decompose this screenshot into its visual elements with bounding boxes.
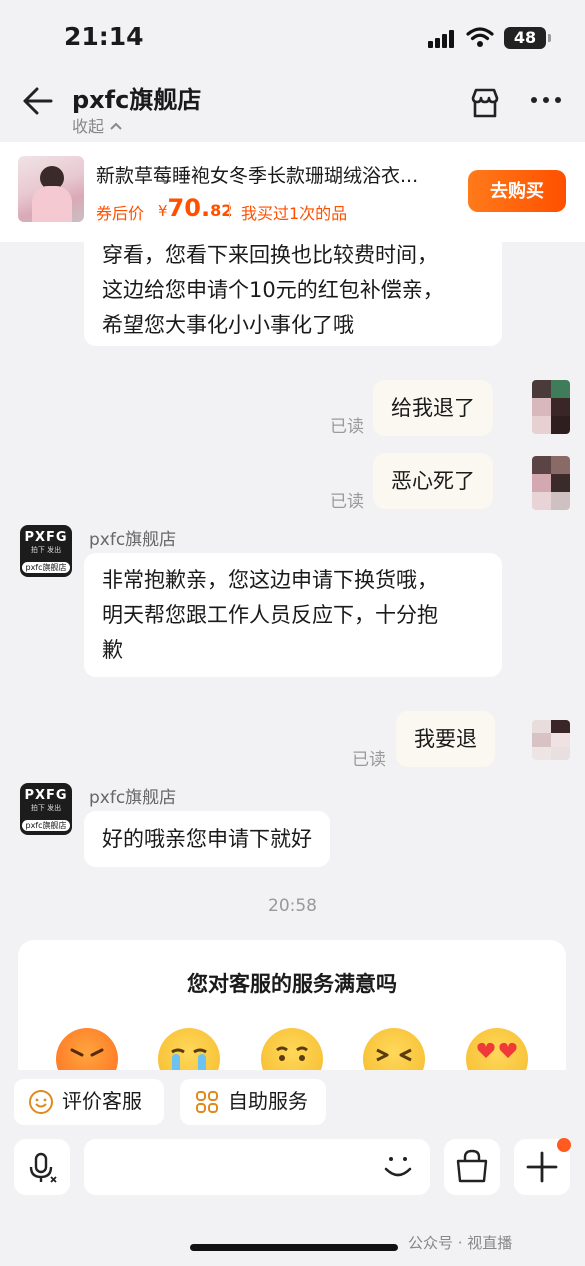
message-bubble-user: 我要退 [396, 711, 495, 767]
price-label: 券后价 [96, 204, 145, 223]
chevron-up-icon [110, 122, 122, 130]
logo-text: PXFG [24, 530, 68, 545]
buy-button[interactable]: 去购买 [468, 170, 566, 212]
survey-question: 您对客服的服务满意吗 [187, 972, 397, 996]
crying-face-icon[interactable] [158, 1028, 220, 1070]
emoji-icon[interactable] [378, 1147, 418, 1187]
logo-badge: pxfc旗舰店 [22, 820, 70, 831]
sender-name: pxfc旗舰店 [89, 788, 177, 808]
neutral-face-icon[interactable] [261, 1028, 323, 1070]
rate-service-button[interactable]: 评价客服 [14, 1079, 164, 1125]
currency-symbol: ¥ [158, 202, 168, 220]
microphone-icon [29, 1152, 57, 1183]
message-bubble-shop: 非常抱歉亲，您这边申请下换货哦， 明天帮您跟工作人员反应下，十分抱 歉 [84, 553, 502, 677]
divider [229, 202, 230, 218]
shop-avatar[interactable]: PXFG 拍下 发出 pxfc旗舰店 [20, 525, 72, 577]
store-icon[interactable] [468, 86, 502, 120]
price-integer: 70. [167, 194, 211, 222]
purchase-history-note: 我买过1次的品 [241, 204, 348, 223]
logo-badge: pxfc旗舰店 [22, 562, 70, 573]
collapse-label: 收起 [72, 117, 105, 136]
angry-face-icon[interactable] [56, 1028, 118, 1070]
page-title: pxfc旗舰店 [72, 86, 202, 114]
grid-icon [196, 1091, 218, 1113]
user-avatar[interactable] [532, 720, 570, 760]
smiley-icon [29, 1090, 53, 1114]
heart-eyes-face-icon[interactable] [466, 1028, 528, 1070]
wifi-icon [466, 27, 494, 47]
product-price: ¥70.82 [158, 194, 232, 222]
sender-name: pxfc旗舰店 [89, 530, 177, 550]
message-bubble-user: 恶心死了 [373, 453, 493, 509]
read-receipt: 已读 [330, 417, 364, 437]
read-receipt: 已读 [352, 750, 386, 770]
product-thumbnail[interactable] [18, 156, 84, 222]
message-bubble-shop: 好的哦亲您申请下就好 [84, 811, 330, 867]
notification-dot [557, 1138, 571, 1152]
logo-text: PXFG [24, 788, 68, 803]
message-line: 歉 [102, 638, 123, 662]
self-service-button[interactable]: 自助服务 [180, 1079, 326, 1125]
chat-timestamp: 20:58 [268, 896, 317, 916]
status-time: 21:14 [64, 22, 144, 51]
shop-avatar[interactable]: PXFG 拍下 发出 pxfc旗舰店 [20, 783, 72, 835]
voice-input-button[interactable] [14, 1139, 70, 1195]
shopping-bag-icon [456, 1149, 488, 1183]
product-card[interactable]: 新款草莓睡袍女冬季长款珊瑚绒浴衣... 券后价 ¥70.82 我买过1次的品 去… [0, 142, 585, 242]
satisfaction-survey: 您对客服的服务满意吗 [18, 940, 566, 1070]
logo-subtext: 拍下 发出 [30, 804, 62, 812]
message-bubble-shop: 穿看，您看下来回换也比较费时间， 这边给您申请个10元的红包补偿亲， 希望您大事… [84, 232, 502, 346]
message-line: 这边给您申请个10元的红包补偿亲， [102, 278, 444, 302]
home-indicator [190, 1244, 398, 1251]
logo-subtext: 拍下 发出 [30, 546, 62, 554]
cellular-signal-icon [428, 30, 456, 48]
happy-face-icon[interactable] [363, 1028, 425, 1070]
self-service-label: 自助服务 [228, 1091, 308, 1113]
read-receipt: 已读 [330, 492, 364, 512]
message-line: 明天帮您跟工作人员反应下，十分抱 [102, 603, 438, 627]
battery-indicator: 48 [504, 27, 551, 49]
message-line: 非常抱歉亲，您这边申请下换货哦， [102, 568, 438, 592]
user-avatar[interactable] [532, 456, 570, 510]
collapse-toggle[interactable]: 收起 [72, 113, 123, 137]
user-avatar[interactable] [532, 380, 570, 434]
cart-button[interactable] [444, 1139, 500, 1195]
watermark: 公众号 · 视直播 [408, 1234, 513, 1252]
message-line: 希望您大事化小小事化了哦 [102, 313, 354, 337]
rate-service-label: 评价客服 [62, 1091, 142, 1113]
message-bubble-user: 给我退了 [373, 380, 493, 436]
message-line: 穿看，您看下来回换也比较费时间， [102, 243, 438, 267]
back-arrow-icon[interactable] [20, 84, 54, 118]
more-options-icon[interactable] [531, 97, 565, 107]
product-name: 新款草莓睡袍女冬季长款珊瑚绒浴衣... [96, 165, 419, 187]
